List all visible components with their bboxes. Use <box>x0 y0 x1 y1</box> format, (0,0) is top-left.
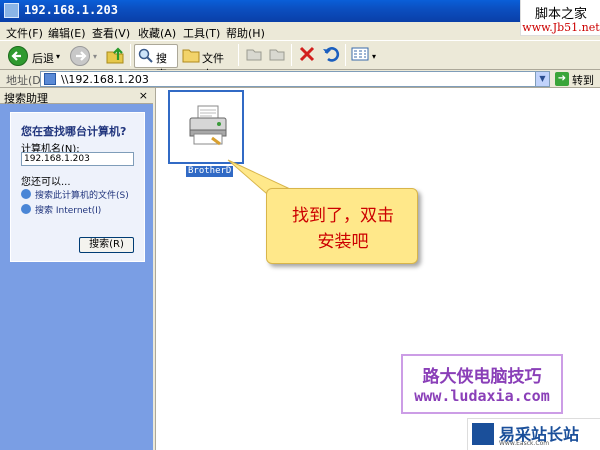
search-pane-header: 搜索助理 × <box>0 88 153 105</box>
watermark-logo: 易采站长站 Www.Easck.Com <box>467 418 600 450</box>
file-view: BrotherD 找到了，双击 安装吧 路大侠电脑技巧 www.ludaxia.… <box>155 88 600 450</box>
go-button[interactable]: ➜ 转到 <box>555 71 595 87</box>
menu-tools[interactable]: 工具(T) <box>183 25 220 41</box>
search-pane-title: 搜索助理 <box>4 92 48 105</box>
watermark-top-line2: www.Jb51.net <box>522 21 600 34</box>
views-button[interactable]: ▾ <box>350 44 380 68</box>
undo-icon <box>323 47 340 62</box>
toolbar-separator <box>291 44 292 66</box>
search-internet-label: 搜索 Internet(I) <box>35 206 102 216</box>
window-title: 192.168.1.203 <box>24 3 118 17</box>
title-bar: 192.168.1.203 <box>0 0 600 22</box>
menu-favorites[interactable]: 收藏(A) <box>138 25 176 41</box>
toolbar-separator <box>130 44 131 66</box>
menu-file[interactable]: 文件(F) <box>6 25 43 41</box>
globe-icon <box>21 204 31 214</box>
delete-x-icon <box>299 46 315 62</box>
up-folder-button[interactable] <box>104 44 128 68</box>
instruction-callout: 找到了，双击 安装吧 <box>266 188 418 264</box>
move-to-icon <box>246 49 262 61</box>
move-to-button[interactable] <box>244 44 264 68</box>
copy-to-button[interactable] <box>267 44 287 68</box>
views-icon <box>351 47 369 61</box>
menu-help[interactable]: 帮助(H) <box>226 25 265 41</box>
watermark-bottom: 路大侠电脑技巧 www.ludaxia.com <box>401 354 563 414</box>
watermark-bottom-line1: 路大侠电脑技巧 <box>422 367 542 387</box>
site-logo-icon <box>472 423 494 445</box>
chevron-down-icon[interactable]: ▼ <box>535 72 549 86</box>
copy-to-icon <box>269 49 285 61</box>
back-button[interactable]: 后退 ▾ <box>6 44 66 68</box>
callout-line2: 安装吧 <box>317 232 369 252</box>
undo-button[interactable] <box>321 44 341 68</box>
chevron-down-icon[interactable]: ▾ <box>56 52 60 61</box>
also-label: 您还可以... <box>21 177 71 188</box>
search-files-label: 搜索此计算机的文件(S) <box>35 191 129 201</box>
forward-arrow-icon <box>70 46 90 66</box>
printer-icon <box>189 105 227 146</box>
menu-view[interactable]: 查看(V) <box>92 25 130 41</box>
back-label: 后退 <box>32 52 54 65</box>
search-companion-pane: 搜索助理 × 您在查找哪台计算机? 计算机名(N): 192.168.1.203… <box>0 88 153 450</box>
forward-button[interactable]: ▾ <box>70 44 100 68</box>
search-question: 您在查找哪台计算机? <box>21 125 127 138</box>
watermark-top-line1: 脚本之家 <box>534 7 587 22</box>
address-input[interactable]: \\192.168.1.203 ▼ <box>40 71 550 87</box>
up-folder-icon <box>106 47 124 64</box>
folder-icon <box>182 49 200 63</box>
go-label: 转到 <box>572 74 594 87</box>
address-bar: 地址(D) \\192.168.1.203 ▼ ➜ 转到 <box>0 70 600 88</box>
search-button[interactable]: 搜索 <box>134 44 178 81</box>
search-files-icon <box>21 189 31 199</box>
file-item-selection[interactable] <box>168 90 244 164</box>
search-submit-button[interactable]: 搜索(R) <box>79 237 134 253</box>
computer-name-input[interactable]: 192.168.1.203 <box>21 152 134 166</box>
chevron-down-icon[interactable]: ▾ <box>93 52 97 61</box>
search-icon <box>138 48 153 63</box>
delete-button[interactable] <box>297 44 317 68</box>
close-icon[interactable]: × <box>139 89 148 102</box>
watermark-logo-subtitle: Www.Easck.Com <box>499 440 550 447</box>
back-arrow-icon <box>8 46 28 66</box>
network-folder-icon <box>4 3 19 18</box>
address-value: \\192.168.1.203 <box>61 73 149 86</box>
go-arrow-icon: ➜ <box>555 72 569 86</box>
network-folder-icon <box>44 73 56 85</box>
watermark-top: 脚本之家 www.Jb51.net <box>520 0 600 36</box>
menu-bar: 文件(F) 编辑(E) 查看(V) 收藏(A) 工具(T) 帮助(H) <box>0 22 520 40</box>
callout-line1: 找到了，双击 <box>292 206 394 226</box>
toolbar-separator <box>238 44 239 66</box>
toolbar-separator <box>345 44 346 66</box>
toolbar: 后退 ▾ ▾ 搜索 文件夹 ▾ <box>0 40 600 81</box>
chevron-down-icon: ▾ <box>372 52 377 61</box>
folders-button[interactable]: 文件夹 <box>182 44 234 81</box>
menu-edit[interactable]: 编辑(E) <box>48 25 86 41</box>
search-panel: 您在查找哪台计算机? 计算机名(N): 192.168.1.203 您还可以..… <box>10 112 145 262</box>
watermark-bottom-line2: www.ludaxia.com <box>414 387 550 405</box>
